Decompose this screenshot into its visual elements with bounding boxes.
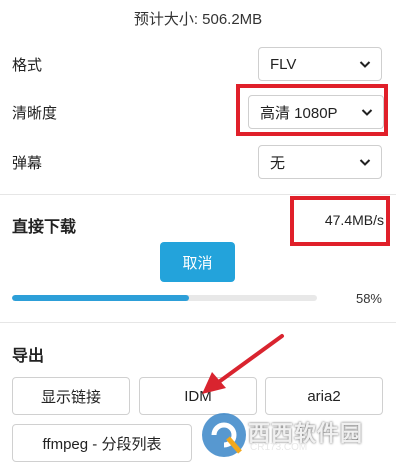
estimated-size: 预计大小: 506.2MB	[133, 11, 263, 28]
chevron-down-icon	[359, 159, 371, 166]
show-link-button[interactable]: 显示链接	[12, 377, 130, 415]
danmaku-row: 弹幕 无	[12, 145, 384, 179]
quality-value: 高清 1080P	[260, 104, 338, 122]
quality-select[interactable]: 高清 1080P	[248, 95, 384, 129]
download-speed: 47.4MB/s	[324, 212, 384, 228]
quality-row: 清晰度 高清 1080P	[12, 95, 384, 129]
cancel-button[interactable]: 取消	[160, 242, 235, 282]
export-title: 导出	[12, 348, 45, 365]
format-row: 格式 FLV	[12, 47, 384, 81]
divider	[0, 322, 396, 323]
format-value: FLV	[270, 55, 297, 73]
danmaku-select[interactable]: 无	[258, 145, 382, 179]
chevron-down-icon	[361, 109, 373, 116]
progress-bar	[12, 295, 317, 301]
quality-label: 清晰度	[12, 104, 58, 122]
danmaku-label: 弹幕	[12, 154, 43, 172]
direct-download-title: 直接下载	[12, 219, 77, 236]
arrow-pointer-icon	[202, 334, 284, 394]
progress-percent: 58%	[355, 291, 382, 306]
progress-fill	[12, 295, 189, 301]
ffmpeg-segment-list-button[interactable]: ffmpeg - 分段列表	[12, 424, 192, 462]
divider	[0, 194, 396, 195]
watermark-url: CR173.COM	[250, 442, 308, 453]
danmaku-value: 无	[270, 154, 286, 172]
chevron-down-icon	[359, 61, 371, 68]
format-select[interactable]: FLV	[258, 47, 382, 81]
format-label: 格式	[12, 56, 43, 74]
